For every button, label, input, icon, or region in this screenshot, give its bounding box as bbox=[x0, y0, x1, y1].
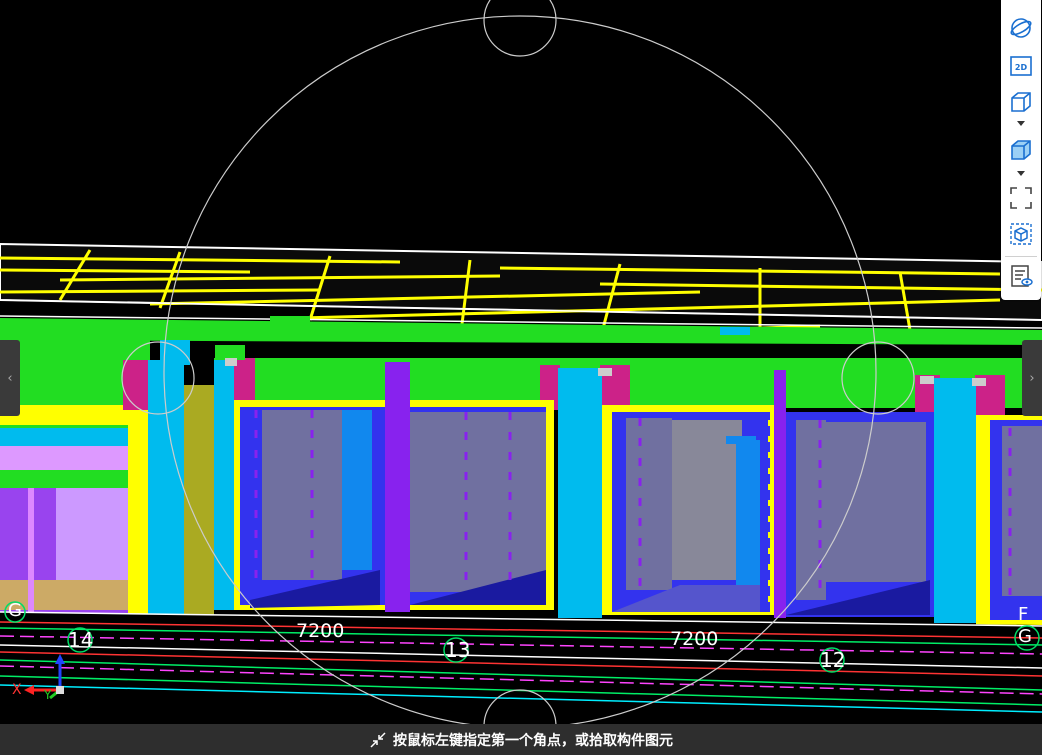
fullscreen-button[interactable] bbox=[1007, 184, 1035, 212]
pick-cursor-icon bbox=[369, 731, 387, 749]
caret-down-icon bbox=[1017, 121, 1025, 126]
dimension-label-right: 7200 bbox=[670, 628, 719, 650]
orbit-button[interactable] bbox=[1007, 14, 1035, 42]
grid-axis-label-g-left: G bbox=[8, 600, 22, 621]
collapse-left-panel-button[interactable]: ‹ bbox=[0, 340, 20, 416]
view-2d-icon: 2D bbox=[1010, 56, 1032, 76]
grid-axis-label-14: 14 bbox=[68, 628, 94, 652]
axis-y-label: Y bbox=[44, 688, 52, 702]
view-toolbar: 2D bbox=[1001, 0, 1041, 300]
toolbar-divider bbox=[1005, 256, 1037, 257]
grid-axis-label-13: 13 bbox=[445, 638, 471, 662]
collapse-right-panel-button[interactable]: › bbox=[1022, 340, 1042, 416]
axis-x-label: X bbox=[12, 682, 22, 698]
orbit-icon bbox=[1010, 18, 1032, 38]
property-view-icon bbox=[1011, 265, 1033, 287]
grid-axis-label-f-right: F bbox=[1018, 604, 1029, 625]
wireframe-cube-icon bbox=[1011, 92, 1031, 112]
view-2d-text: 2D bbox=[1015, 63, 1028, 72]
chevron-right-icon: › bbox=[1029, 370, 1035, 386]
3d-viewport[interactable]: 14 13 12 G F G 7200 7200 X Y ‹ › 2D bbox=[0, 0, 1042, 724]
caret-down-icon bbox=[1017, 171, 1025, 176]
building-model bbox=[0, 0, 1042, 724]
wireframe-dropdown[interactable] bbox=[1017, 120, 1025, 128]
view-2d-button[interactable]: 2D bbox=[1007, 52, 1035, 80]
component-select-button[interactable] bbox=[1007, 220, 1035, 248]
chevron-left-icon: ‹ bbox=[7, 370, 13, 386]
property-view-button[interactable] bbox=[1007, 262, 1035, 290]
fullscreen-icon bbox=[1010, 187, 1032, 209]
grid-axis-label-g-right: G bbox=[1018, 626, 1032, 647]
status-bar: 按鼠标左键指定第一个角点，或拾取构件图元 bbox=[0, 724, 1042, 755]
grid-axis-label-12: 12 bbox=[820, 648, 846, 672]
solid-view-button[interactable] bbox=[1007, 136, 1035, 164]
dimension-label-left: 7200 bbox=[296, 620, 345, 642]
solid-dropdown[interactable] bbox=[1017, 170, 1025, 178]
wireframe-view-button[interactable] bbox=[1007, 88, 1035, 116]
solid-cube-icon bbox=[1011, 140, 1031, 160]
status-prompt-text: 按鼠标左键指定第一个角点，或拾取构件图元 bbox=[393, 732, 673, 749]
component-select-icon bbox=[1010, 223, 1032, 245]
